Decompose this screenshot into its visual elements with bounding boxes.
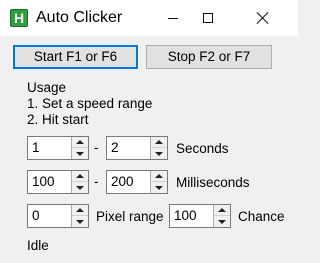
milliseconds-max-down-button[interactable] bbox=[151, 182, 167, 193]
arrow-down-icon bbox=[76, 219, 84, 224]
arrow-down-icon bbox=[155, 185, 163, 190]
usage-heading: Usage bbox=[27, 80, 67, 95]
seconds-min-value[interactable]: 1 bbox=[32, 140, 40, 156]
arrow-up-icon bbox=[76, 174, 84, 178]
minimize-icon bbox=[168, 17, 178, 19]
seconds-max-down-button[interactable] bbox=[151, 148, 167, 159]
seconds-max-spinbox[interactable]: 2 bbox=[106, 136, 168, 160]
milliseconds-min-down-button[interactable] bbox=[72, 182, 88, 193]
arrow-up-icon bbox=[155, 174, 163, 178]
seconds-label: Seconds bbox=[176, 141, 229, 156]
pixel-range-label: Pixel range bbox=[96, 209, 164, 224]
chance-label: Chance bbox=[238, 209, 285, 224]
status-text: Idle bbox=[27, 238, 49, 253]
arrow-down-icon bbox=[218, 219, 226, 224]
pixel-range-up-button[interactable] bbox=[72, 205, 88, 216]
arrow-down-icon bbox=[76, 185, 84, 190]
milliseconds-min-spinbox[interactable]: 100 bbox=[27, 170, 89, 194]
auto-clicker-window: H Auto Clicker Start F1 or F6 Stop F2 or… bbox=[0, 0, 298, 263]
maximize-icon bbox=[203, 13, 213, 23]
seconds-min-spinbox[interactable]: 1 bbox=[27, 136, 89, 160]
close-button[interactable] bbox=[241, 0, 285, 36]
usage-step-1: 1. Set a speed range bbox=[27, 96, 153, 111]
arrow-up-icon bbox=[76, 208, 84, 212]
pixel-range-value[interactable]: 0 bbox=[32, 208, 40, 224]
arrow-up-icon bbox=[218, 208, 226, 212]
app-icon: H bbox=[10, 9, 28, 27]
pixel-range-spinbox[interactable]: 0 bbox=[27, 204, 89, 228]
milliseconds-max-up-button[interactable] bbox=[151, 171, 167, 182]
chance-down-button[interactable] bbox=[214, 216, 230, 227]
arrow-down-icon bbox=[76, 151, 84, 156]
milliseconds-min-up-button[interactable] bbox=[72, 171, 88, 182]
chance-value[interactable]: 100 bbox=[174, 208, 197, 224]
seconds-separator: - bbox=[94, 140, 99, 155]
arrow-up-icon bbox=[76, 140, 84, 144]
window-title: Auto Clicker bbox=[36, 9, 123, 26]
seconds-min-up-button[interactable] bbox=[72, 137, 88, 148]
milliseconds-separator: - bbox=[94, 174, 99, 189]
milliseconds-max-value[interactable]: 200 bbox=[111, 174, 134, 190]
arrow-up-icon bbox=[155, 140, 163, 144]
milliseconds-max-spinbox[interactable]: 200 bbox=[106, 170, 168, 194]
close-icon bbox=[256, 11, 270, 25]
milliseconds-min-value[interactable]: 100 bbox=[32, 174, 55, 190]
usage-step-2: 2. Hit start bbox=[27, 112, 89, 127]
seconds-max-up-button[interactable] bbox=[151, 137, 167, 148]
arrow-down-icon bbox=[155, 151, 163, 156]
stop-button[interactable]: Stop F2 or F7 bbox=[146, 45, 272, 69]
seconds-max-value[interactable]: 2 bbox=[111, 140, 119, 156]
chance-up-button[interactable] bbox=[214, 205, 230, 216]
chance-spinbox[interactable]: 100 bbox=[169, 204, 231, 228]
seconds-min-down-button[interactable] bbox=[72, 148, 88, 159]
pixel-range-down-button[interactable] bbox=[72, 216, 88, 227]
title-bar[interactable]: H Auto Clicker bbox=[0, 0, 298, 36]
milliseconds-label: Milliseconds bbox=[176, 175, 250, 190]
start-button[interactable]: Start F1 or F6 bbox=[13, 45, 138, 69]
maximize-button[interactable] bbox=[186, 0, 230, 36]
